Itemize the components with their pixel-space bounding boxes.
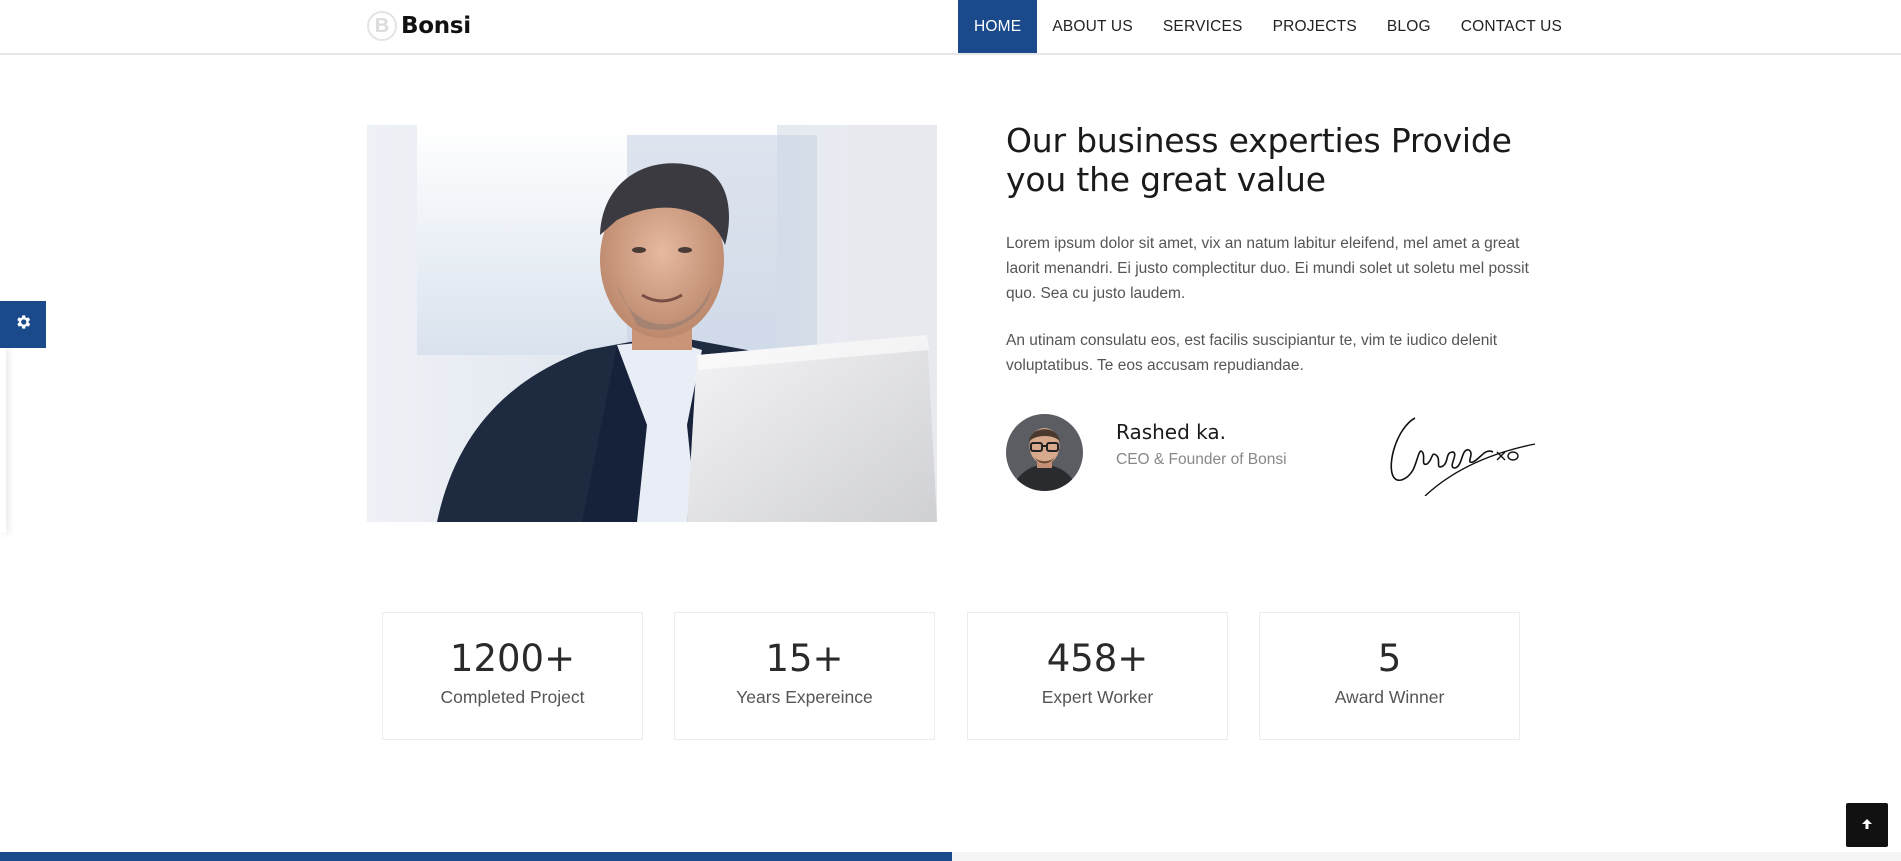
nav-about-us[interactable]: ABOUT US [1037,0,1148,53]
about-paragraph-2: An utinam consulatu eos, est facilis sus… [1006,332,1498,374]
settings-panel-edge [0,348,6,533]
settings-toggle[interactable] [0,301,46,348]
business-man-photo [367,125,937,522]
stat-label: Expert Worker [1041,687,1154,707]
stat-value: 458+ [1046,637,1149,680]
stat-years-experience: 15+ Years Expereince [674,612,935,740]
site-header: B Bonsi HOME ABOUT US SERVICES PROJECTS … [0,0,1901,55]
stat-label: Award Winner [1334,687,1445,707]
gear-icon [14,313,32,337]
nav-home[interactable]: HOME [958,0,1038,53]
stat-award-winner: 5 Award Winner [1259,612,1520,740]
main-nav: HOME ABOUT US SERVICES PROJECTS BLOG CON… [958,0,1577,53]
stat-expert-worker: 458+ Expert Worker [967,612,1228,740]
next-section-grey-band [952,852,1901,861]
ceo-title: CEO & Founder of Bonsi [1116,451,1287,468]
stat-completed-project: 1200+ Completed Project [382,612,643,740]
nav-contact-us[interactable]: CONTACT US [1446,0,1577,53]
logo[interactable]: B Bonsi [367,9,471,43]
ceo-avatar [1006,414,1083,491]
stat-value: 1200+ [449,637,576,680]
ceo-signature [1385,408,1540,497]
arrow-up-icon [1861,817,1873,833]
logo-text: Bonsi [401,13,471,39]
about-paragraph-1: Lorem ipsum dolor sit amet, vix an natum… [1006,235,1529,302]
stat-label: Completed Project [440,687,585,707]
logo-mark: B [367,11,397,41]
stat-value: 15+ [765,637,844,680]
nav-projects[interactable]: PROJECTS [1258,0,1372,53]
ceo-name: Rashed ka. [1116,420,1227,444]
scroll-to-top-button[interactable] [1846,803,1888,847]
nav-blog[interactable]: BLOG [1372,0,1446,53]
stat-value: 5 [1377,637,1402,680]
stat-label: Years Expereince [736,687,873,707]
nav-services[interactable]: SERVICES [1148,0,1258,53]
about-headline: Our business experties Provide you the g… [1006,121,1512,199]
next-section-blue-band [0,852,952,861]
